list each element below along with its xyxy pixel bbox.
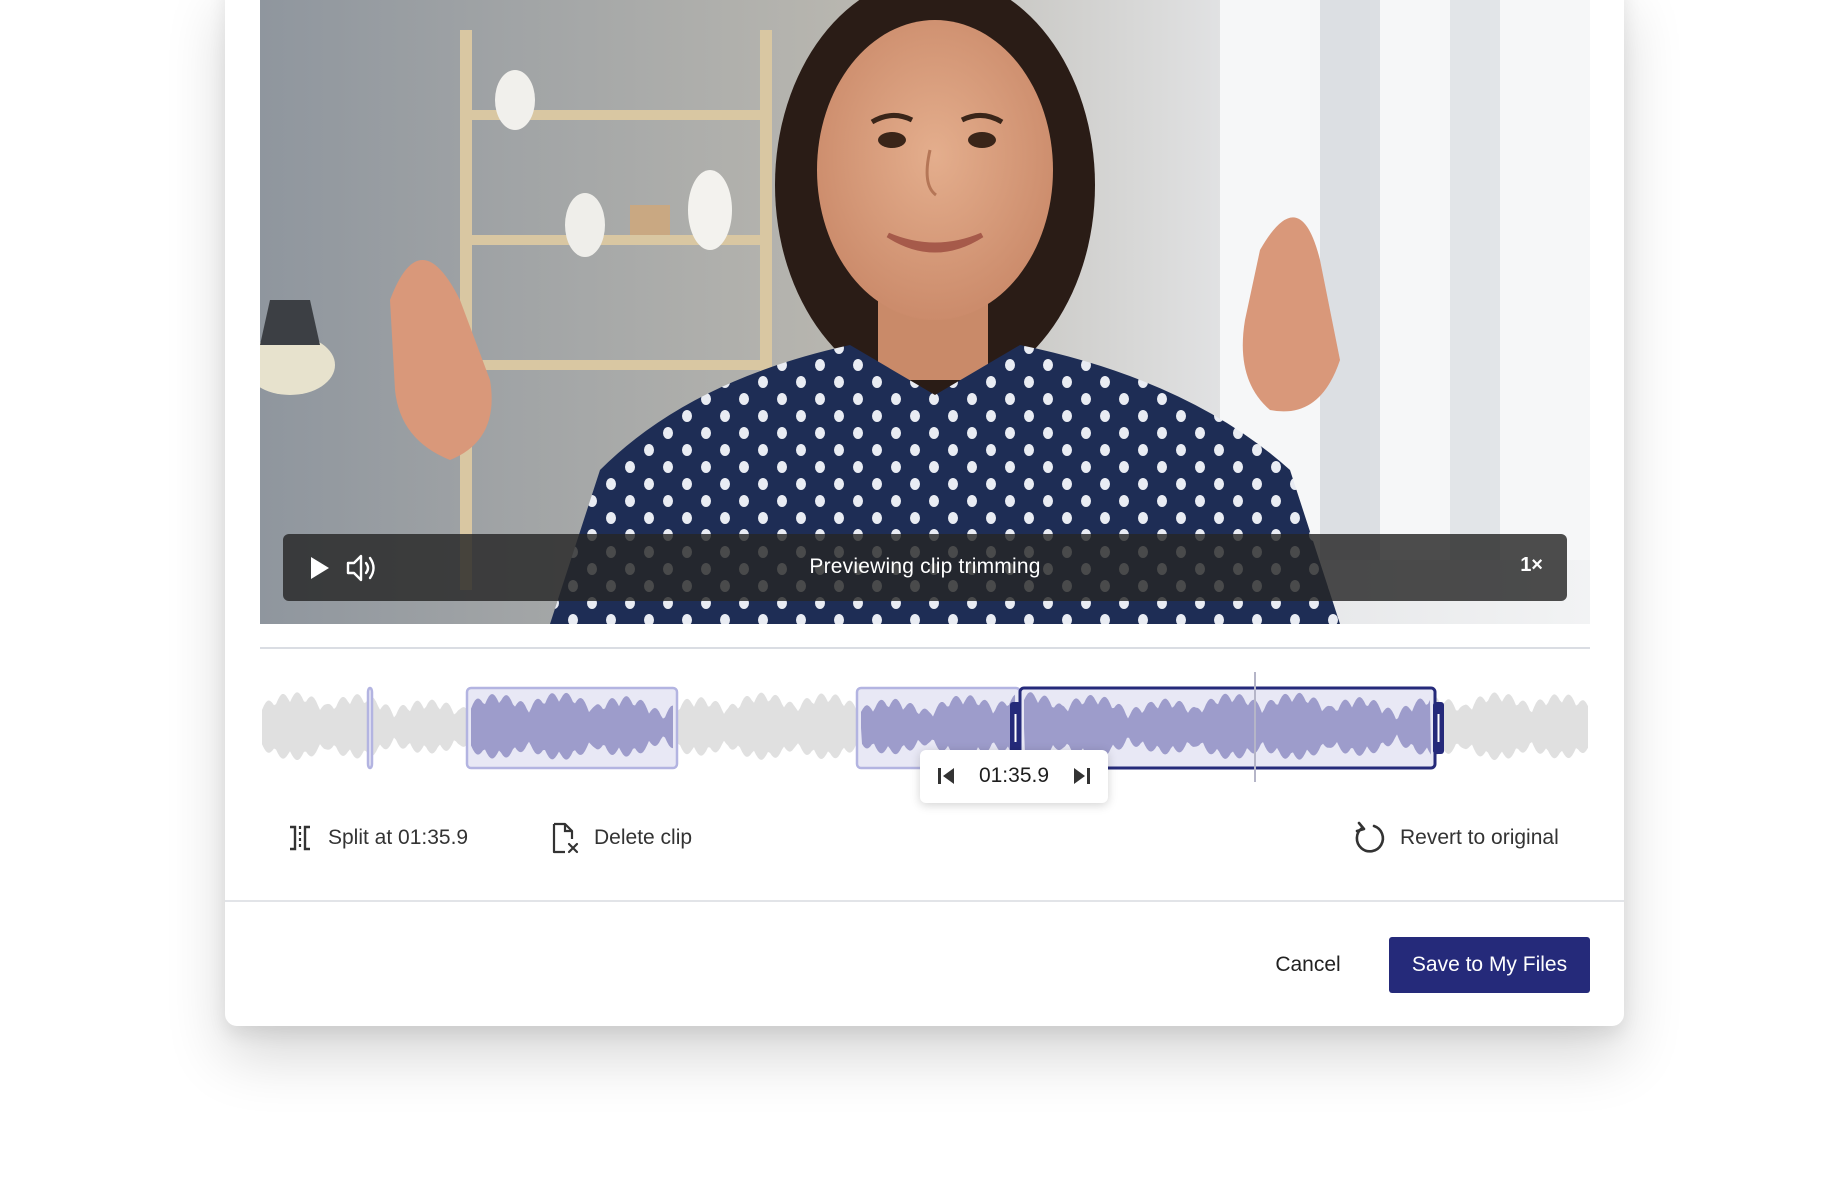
playhead-time-popover: 01:35.9 [920,750,1108,803]
save-button[interactable]: Save to My Files [1389,937,1590,993]
revert-button[interactable]: Revert to original [1352,820,1559,856]
footer-divider [225,900,1624,902]
divider [260,647,1590,649]
delete-label: Delete clip [594,826,693,849]
playhead-timestamp: 01:35.9 [978,764,1050,787]
video-preview[interactable]: Previewing clip trimming 1× [260,0,1590,624]
delete-file-icon [552,822,579,854]
delete-clip-button[interactable]: Delete clip [550,820,692,856]
split-label: Split at 01:35.9 [328,826,469,849]
split-icon [290,825,310,851]
play-icon[interactable] [305,554,333,582]
cancel-button[interactable]: Cancel [1262,937,1354,993]
preview-status-text: Previewing clip trimming [809,555,1041,578]
split-clip-button[interactable]: Split at 01:35.9 [286,820,468,856]
video-frame-image [260,0,1590,624]
skip-forward-icon[interactable] [1072,765,1092,787]
volume-icon[interactable] [345,552,379,584]
player-controls: Previewing clip trimming 1× [283,534,1567,601]
playback-speed-button[interactable]: 1× [1520,554,1543,577]
revert-label: Revert to original [1400,826,1559,849]
clip-segment[interactable] [366,686,374,770]
skip-back-icon[interactable] [936,765,956,787]
revert-icon [1355,821,1385,853]
